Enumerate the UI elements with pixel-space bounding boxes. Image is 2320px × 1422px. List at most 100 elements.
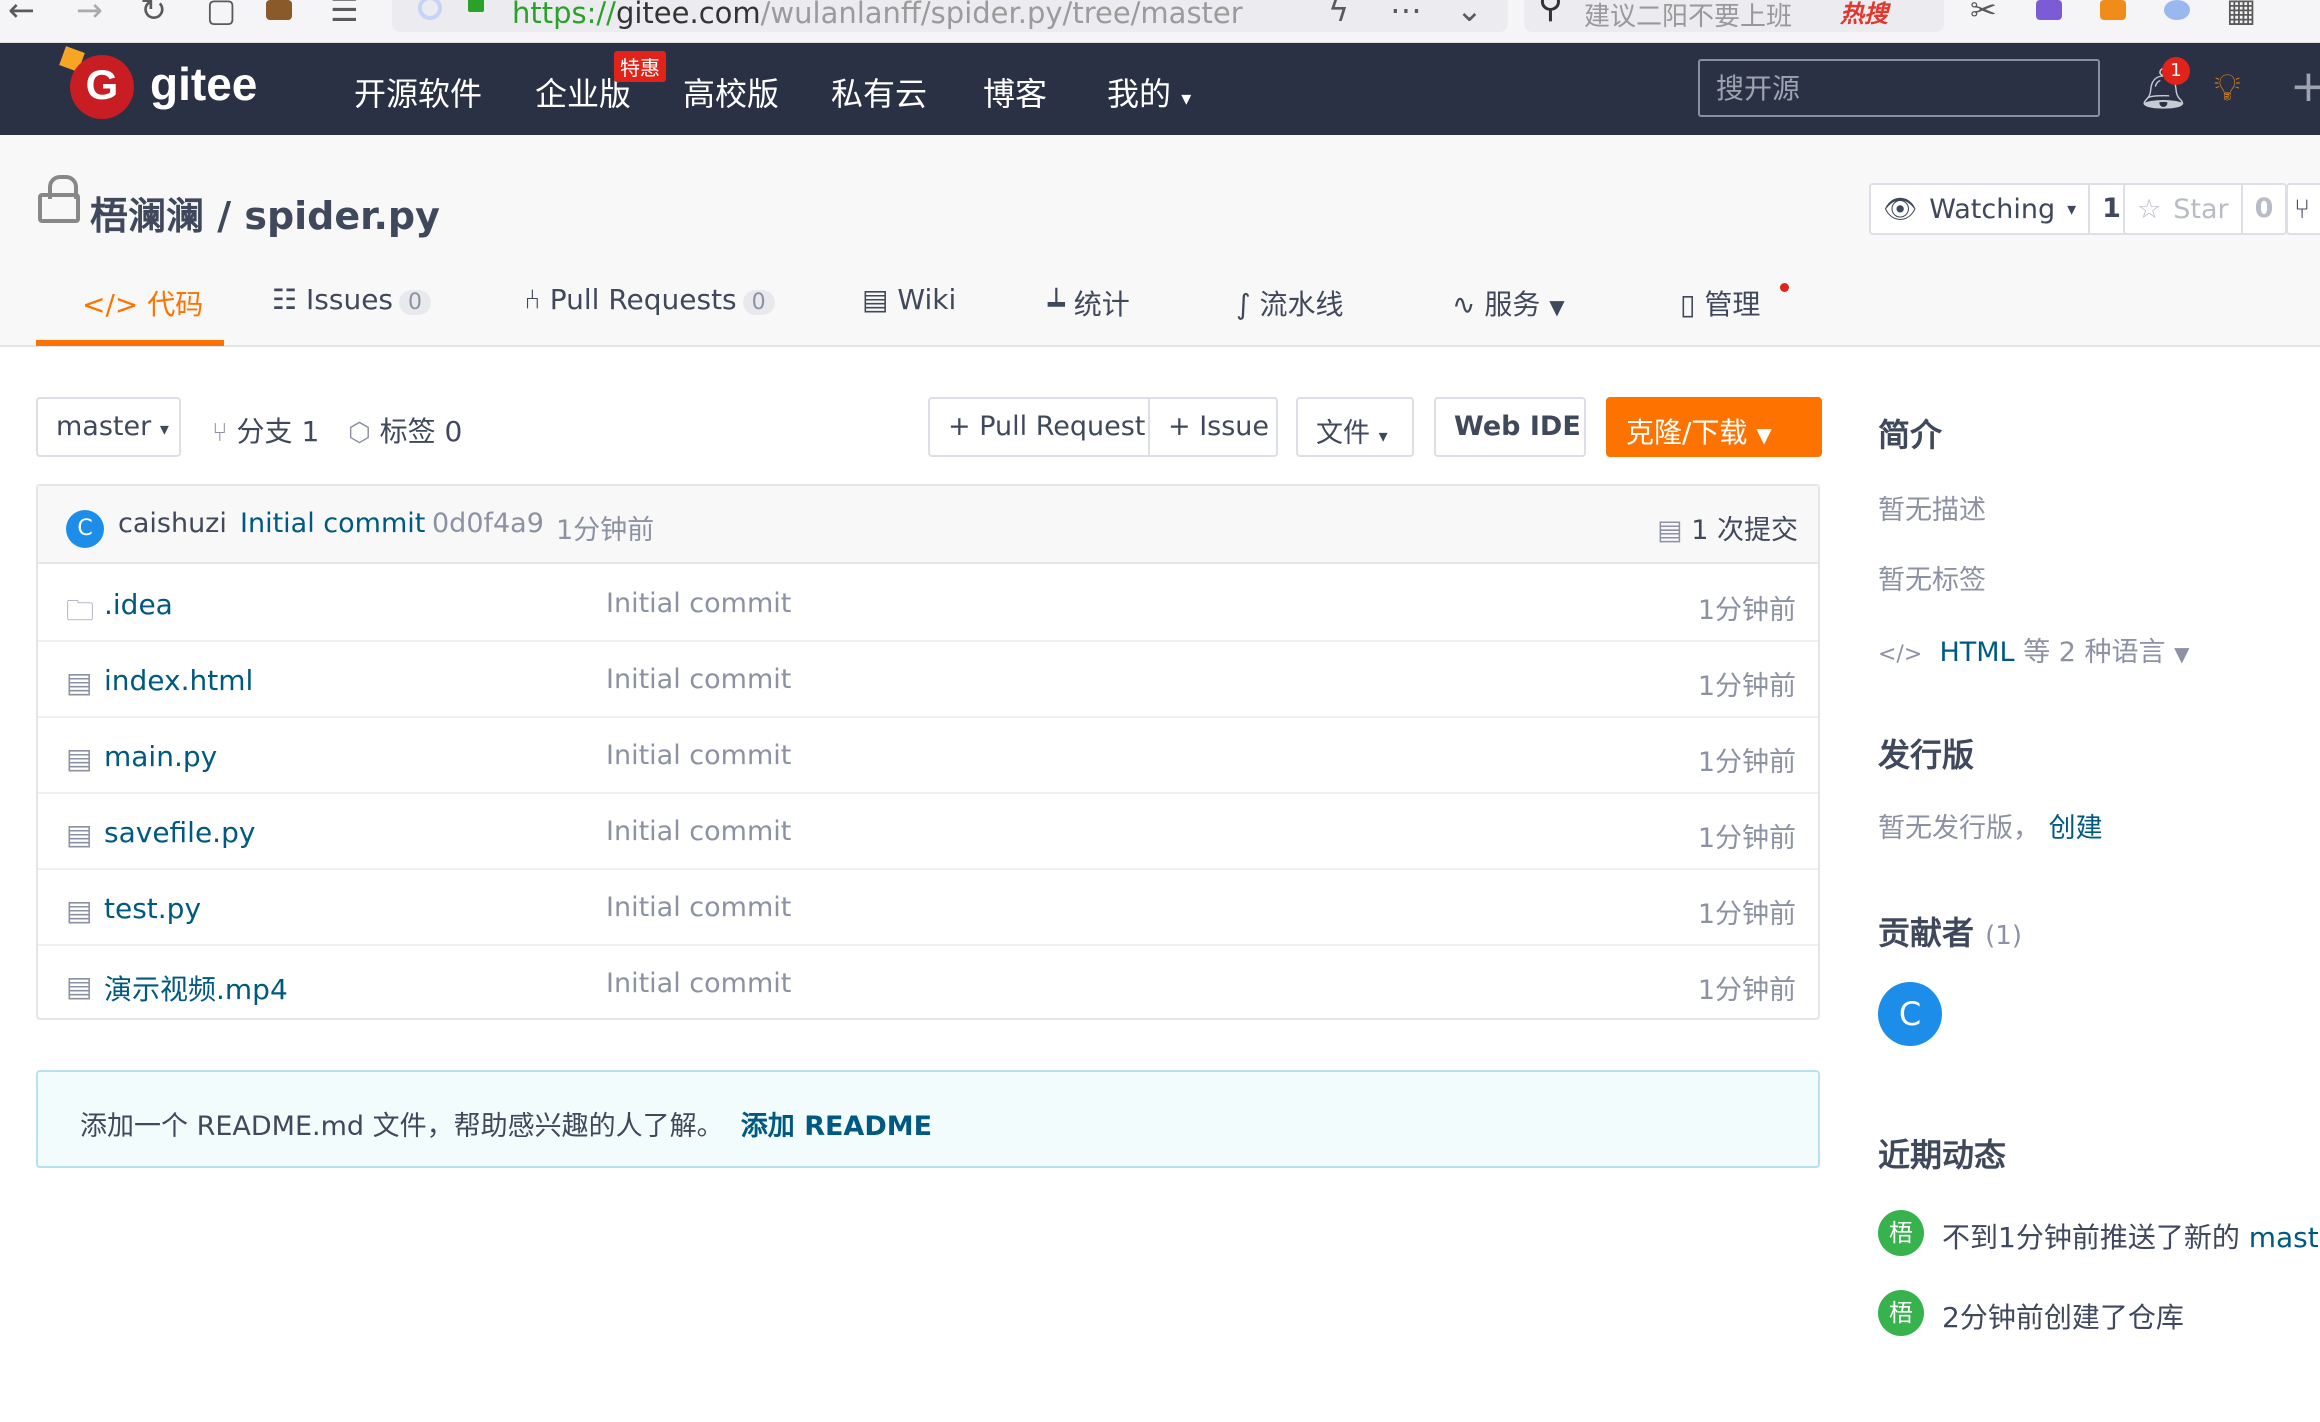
commit-author[interactable]: caishuzi [118, 508, 227, 539]
nav-open-source[interactable]: 开源软件 [354, 69, 482, 115]
releases-heading: 发行版 [1878, 736, 1975, 774]
tab-wiki[interactable]: ▤ Wiki [862, 283, 956, 316]
file-commit-message[interactable]: Initial commit [606, 664, 791, 695]
commit-hash[interactable]: 0d0f4a9 [432, 508, 544, 539]
file-name[interactable]: test.py [104, 892, 201, 925]
activity-avatar[interactable]: 梧 [1878, 1210, 1924, 1256]
add-readme-link[interactable]: 添加 README [741, 1111, 932, 1142]
wiki-icon: ▤ [862, 283, 889, 316]
apps-grid-icon[interactable]: ▦ [2226, 0, 2256, 26]
new-issue-button[interactable]: + Issue [1148, 397, 1278, 457]
wallet-icon[interactable] [266, 0, 292, 20]
header-search-input[interactable] [1698, 59, 2100, 117]
language-summary[interactable]: </> HTML 等 2 种语言 ▼ [1878, 630, 2190, 669]
tab-view-icon[interactable]: ▢ [206, 0, 236, 26]
file-name[interactable]: .idea [104, 588, 173, 621]
file-row[interactable]: ▤ savefile.py Initial commit 1分钟前 [38, 794, 1818, 870]
tab-pipeline[interactable]: ∫ 流水线 [1236, 283, 1344, 323]
commit-time: 1分钟前 [556, 515, 655, 546]
clone-download-button[interactable]: 克隆/下载 ▼ [1606, 397, 1822, 457]
dropdown-icon[interactable]: ⌄ [1456, 0, 1483, 26]
file-time: 1分钟前 [1697, 747, 1796, 778]
contributor-avatar[interactable]: C [1878, 982, 1942, 1046]
manage-alert-dot [1780, 283, 1789, 292]
caret-down-icon: ▼ [2174, 642, 2190, 666]
gitee-logo-icon[interactable] [70, 55, 134, 119]
branches-link[interactable]: ⑂ 分支 1 [212, 410, 319, 450]
file-commit-message[interactable]: Initial commit [606, 588, 791, 619]
tab-pull-requests[interactable]: ⑃ Pull Requests 0 [524, 283, 775, 316]
tab-stats[interactable]: ┷ 统计 [1048, 283, 1130, 323]
tab-issues[interactable]: ☷ Issues 0 [272, 283, 432, 316]
tab-service[interactable]: ∿ 服务 ▼ [1452, 283, 1565, 323]
file-row[interactable]: 🗀︎ .idea Initial commit 1分钟前 [38, 566, 1818, 642]
activity-branch-link[interactable]: maste [2249, 1221, 2320, 1254]
new-pull-request-button[interactable]: + Pull Request [928, 397, 1150, 457]
file-row[interactable]: ▤ main.py Initial commit 1分钟前 [38, 718, 1818, 794]
issues-count: 0 [399, 290, 432, 315]
nav-education[interactable]: 高校版 [683, 69, 779, 115]
fork-icon: ⑂ [2294, 193, 2311, 225]
more-icon[interactable]: ⋯ [1390, 0, 1422, 26]
file-row[interactable]: ▤ test.py Initial commit 1分钟前 [38, 870, 1818, 946]
fork-button[interactable]: ⑂ [2286, 183, 2320, 235]
file-name[interactable]: 演示视频.mp4 [104, 968, 288, 1008]
nav-mine[interactable]: 我的 ▾ [1107, 69, 1191, 115]
forward-icon[interactable]: → [76, 0, 103, 26]
no-tags: 暂无标签 [1878, 565, 1986, 596]
branch-selector[interactable]: master ▾ [36, 397, 181, 457]
file-name[interactable]: savefile.py [104, 816, 255, 849]
site-info-icon[interactable] [418, 0, 442, 20]
back-icon[interactable]: ← [8, 0, 35, 26]
lightbulb-icon[interactable]: 💡︎ [2214, 65, 2241, 110]
secure-lock-icon [468, 0, 484, 12]
notification-badge: 1 [2162, 57, 2190, 85]
tags-link[interactable]: ⬡ 标签 0 [348, 410, 462, 450]
file-menu-button[interactable]: 文件 ▾ [1296, 397, 1414, 457]
star-icon: ☆ [2137, 193, 2162, 225]
no-releases: 暂无发行版， 创建 [1878, 813, 2103, 844]
file-commit-message[interactable]: Initial commit [606, 892, 791, 923]
create-release-link[interactable]: 创建 [2049, 813, 2103, 844]
file-commit-message[interactable]: Initial commit [606, 740, 791, 771]
scissors-icon[interactable]: ✂ [1970, 0, 1997, 26]
file-commit-message[interactable]: Initial commit [606, 816, 791, 847]
file-icon: ▤ [66, 818, 93, 851]
watch-label: Watching [1929, 193, 2056, 225]
reading-list-icon[interactable]: ☰ [330, 0, 359, 26]
web-ide-button[interactable]: Web IDE [1434, 397, 1586, 457]
activity-avatar[interactable]: 梧 [1878, 1290, 1924, 1336]
folder-icon: 🗀︎ [66, 594, 95, 627]
contributors-heading: 贡献者 (1) [1878, 914, 2022, 952]
plus-icon[interactable]: + [2290, 61, 2320, 112]
reload-icon[interactable]: ↻ [140, 0, 167, 26]
url-text[interactable]: https://gitee.com/wulanlanff/spider.py/t… [512, 0, 1243, 30]
file-row[interactable]: ▤ index.html Initial commit 1分钟前 [38, 642, 1818, 718]
translate-icon[interactable] [2036, 0, 2062, 20]
nav-private-cloud[interactable]: 私有云 [831, 69, 927, 115]
repo-title[interactable]: 梧澜澜 / spider.py [90, 185, 440, 240]
gitee-logo-text[interactable]: gitee [150, 57, 257, 111]
lightning-icon[interactable]: ϟ [1328, 0, 1349, 26]
commit-count-link[interactable]: ▤ 1 次提交 [1657, 508, 1798, 547]
tab-code[interactable]: </> 代码 [82, 283, 203, 323]
file-row[interactable]: ▤ 演示视频.mp4 Initial commit 1分钟前 [38, 946, 1818, 1022]
file-name[interactable]: index.html [104, 664, 253, 697]
file-time: 1分钟前 [1697, 671, 1796, 702]
browser-search[interactable]: ⚲ 建议二阳不要上班 热搜 [1524, 0, 1944, 32]
file-commit-message[interactable]: Initial commit [606, 968, 791, 999]
browser-search-placeholder: 建议二阳不要上班 [1584, 2, 1793, 32]
nav-blog[interactable]: 博客 [983, 69, 1047, 115]
game-icon[interactable] [2100, 0, 2126, 20]
star-count[interactable]: 0 [2240, 185, 2286, 233]
commit-message[interactable]: Initial commit [240, 508, 425, 539]
watch-button[interactable]: 👁︎ Watching ▾ 1 [1869, 183, 2135, 235]
caret-down-icon: ▾ [2067, 198, 2077, 220]
star-button[interactable]: ☆ Star 0 [2123, 183, 2288, 235]
tab-manage[interactable]: ▯ 管理 [1680, 283, 1760, 323]
file-time: 1分钟前 [1697, 899, 1796, 930]
intro-heading: 简介 [1878, 416, 1943, 454]
author-avatar[interactable]: C [66, 510, 104, 548]
extension-icon[interactable] [2164, 0, 2190, 20]
file-name[interactable]: main.py [104, 740, 217, 773]
